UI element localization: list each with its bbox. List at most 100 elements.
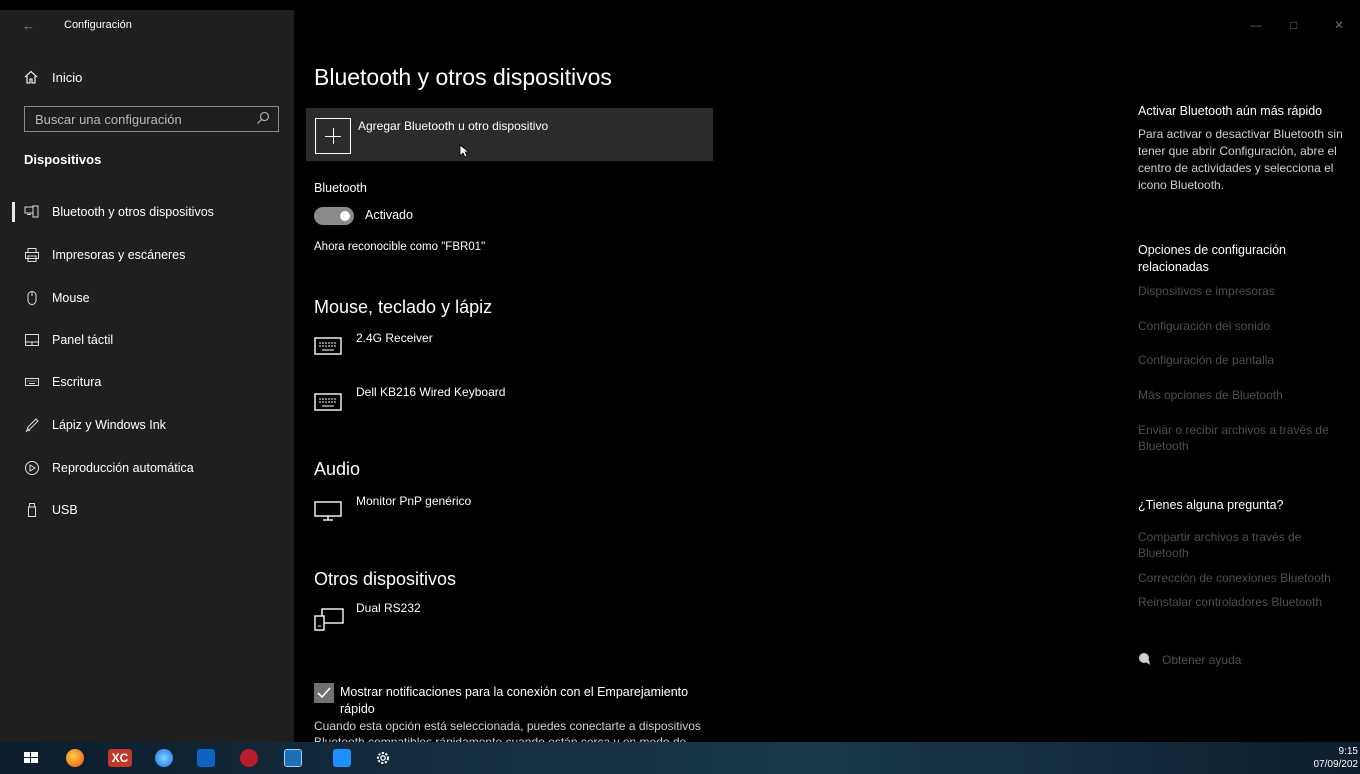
bluetooth-toggle[interactable]: [314, 207, 354, 225]
tip-title: Activar Bluetooth aún más rápido: [1138, 104, 1323, 118]
toggle-knob: [340, 211, 350, 221]
autoplay-icon: [25, 461, 39, 475]
pen-icon: [25, 418, 39, 433]
home-icon: [24, 70, 38, 84]
clock-time: 9:15: [1338, 746, 1358, 757]
sidebar-item-typing[interactable]: Escritura: [0, 362, 294, 402]
app-icon-lg[interactable]: [333, 749, 351, 767]
outlook-icon[interactable]: [197, 749, 215, 767]
related-link[interactable]: Dispositivos e impresoras: [1138, 283, 1353, 299]
device-name: Dual RS232: [356, 601, 421, 615]
maximize-icon[interactable]: □: [1290, 18, 1297, 32]
swift-pair-checkbox[interactable]: [314, 683, 334, 703]
sidebar-item-label: Reproducción automática: [52, 461, 194, 475]
minimize-icon[interactable]: —: [1250, 18, 1262, 32]
device-name: Dell KB216 Wired Keyboard: [356, 385, 506, 399]
page-title: Bluetooth y otros dispositivos: [314, 64, 612, 90]
discoverable-text: Ahora reconocible como "FBR01": [314, 241, 486, 253]
printer-icon: [25, 248, 39, 262]
top-edge: [0, 0, 1360, 10]
keyboard-icon: [25, 378, 39, 386]
bluetooth-label: Bluetooth: [314, 181, 367, 195]
sidebar-item-label: Lápiz y Windows Ink: [52, 418, 166, 432]
firefox-icon[interactable]: [66, 749, 84, 767]
sidebar-item-label: Panel táctil: [52, 333, 114, 347]
mouse-cursor-icon: [459, 144, 471, 158]
add-device-label: Agregar Bluetooth u otro dispositivo: [358, 119, 549, 133]
window-controls: — □ ✕: [1230, 18, 1360, 38]
add-device-button[interactable]: Agregar Bluetooth u otro dispositivo: [306, 108, 713, 161]
group-title-input-devices: Mouse, teclado y lápiz: [314, 297, 493, 317]
question-link[interactable]: Reinstalar controladores Bluetooth: [1138, 594, 1353, 610]
question-link[interactable]: Compartir archivos a través de Bluetooth: [1138, 529, 1353, 561]
clock-date: 07/09/202: [1313, 759, 1359, 770]
search-input[interactable]: Buscar una configuración: [24, 106, 279, 132]
device-name: 2.4G Receiver: [356, 331, 433, 345]
sidebar-item-bluetooth[interactable]: Bluetooth y otros dispositivos: [0, 192, 294, 232]
related-link[interactable]: Enviar o recibir archivos a través de Bl…: [1138, 422, 1353, 454]
search-placeholder: Buscar una configuración: [35, 112, 182, 127]
device-item[interactable]: Monitor PnP genérico: [314, 494, 714, 538]
close-icon[interactable]: ✕: [1334, 18, 1344, 32]
keyboard-icon: [314, 393, 342, 411]
mouse-icon: [27, 291, 37, 305]
monitor-icon: [314, 501, 342, 521]
bluetooth-toggle-label: Activado: [365, 208, 413, 222]
main-content: — □ ✕ Bluetooth y otros dispositivos Agr…: [294, 10, 1360, 742]
usb-icon: [28, 503, 36, 517]
related-link[interactable]: Configuración de pantalla: [1138, 352, 1353, 368]
sidebar-item-label: Bluetooth y otros dispositivos: [52, 205, 214, 219]
group-title-other: Otros dispositivos: [314, 569, 457, 589]
bluetooth-devices-icon: [24, 205, 39, 218]
back-arrow-icon[interactable]: ←: [22, 18, 38, 34]
settings-window: ← Configuración Inicio Buscar una config…: [0, 0, 1360, 774]
search-icon[interactable]: [256, 111, 270, 125]
get-help-link[interactable]: Obtener ayuda: [1138, 652, 1241, 667]
get-help-label: Obtener ayuda: [1162, 653, 1242, 667]
home-label: Inicio: [52, 70, 83, 85]
sidebar-item-label: USB: [52, 503, 78, 517]
app-title: Configuración: [64, 19, 132, 31]
questions-title: ¿Tienes alguna pregunta?: [1138, 498, 1284, 512]
app-icon-xc[interactable]: XC: [108, 749, 132, 767]
device-name: Monitor PnP genérico: [356, 494, 472, 508]
active-indicator: [12, 202, 15, 222]
device-item[interactable]: Dell KB216 Wired Keyboard: [314, 385, 714, 429]
group-title-audio: Audio: [314, 459, 361, 479]
device-icon: [314, 608, 344, 631]
device-item[interactable]: 2.4G Receiver: [314, 331, 714, 375]
title-bar: ← Configuración: [0, 10, 294, 42]
taskbar-clock[interactable]: 9:15 07/09/202: [1314, 745, 1359, 771]
related-title: Opciones de configuración relacionadas: [1138, 243, 1287, 274]
related-link[interactable]: Configuración del sonido: [1138, 318, 1353, 334]
sidebar-item-mouse[interactable]: Mouse: [0, 278, 294, 318]
sidebar-item-pen[interactable]: Lápiz y Windows Ink: [0, 405, 294, 445]
sidebar-item-label: Mouse: [52, 291, 90, 305]
browser-icon[interactable]: [155, 749, 173, 767]
sidebar-item-printers[interactable]: Impresoras y escáneres: [0, 235, 294, 275]
app-icon-red[interactable]: [240, 749, 258, 767]
sidebar-item-touchpad[interactable]: Panel táctil: [0, 320, 294, 360]
sidebar-item-usb[interactable]: USB: [0, 490, 294, 530]
sidebar-item-autoplay[interactable]: Reproducción automática: [0, 448, 294, 488]
app-icon-blue[interactable]: [284, 749, 302, 767]
tip-text: Para activar o desactivar Bluetooth sin …: [1138, 127, 1343, 192]
section-title: Dispositivos: [24, 152, 102, 167]
keyboard-icon: [314, 337, 342, 355]
question-link[interactable]: Corrección de conexiones Bluetooth: [1138, 570, 1353, 586]
windows-start-icon[interactable]: [22, 749, 40, 767]
help-chat-icon: [1139, 653, 1150, 665]
touchpad-icon: [25, 334, 39, 346]
plus-icon: [315, 118, 351, 154]
sidebar: ← Configuración Inicio Buscar una config…: [0, 10, 294, 742]
sidebar-item-label: Escritura: [52, 375, 102, 389]
device-item[interactable]: Dual RS232: [314, 601, 714, 645]
home-nav-item[interactable]: Inicio: [0, 66, 294, 90]
related-link[interactable]: Más opciones de Bluetooth: [1138, 387, 1353, 403]
swift-pair-label: Mostrar notificaciones para la conexión …: [340, 685, 689, 716]
taskbar: XC 9:15 07/09/202: [0, 742, 1360, 774]
settings-gear-icon[interactable]: [374, 749, 392, 767]
sidebar-item-label: Impresoras y escáneres: [52, 248, 186, 262]
swift-pair-description: Cuando esta opción está seleccionada, pu…: [314, 719, 701, 742]
checkmark-icon: [317, 687, 331, 699]
